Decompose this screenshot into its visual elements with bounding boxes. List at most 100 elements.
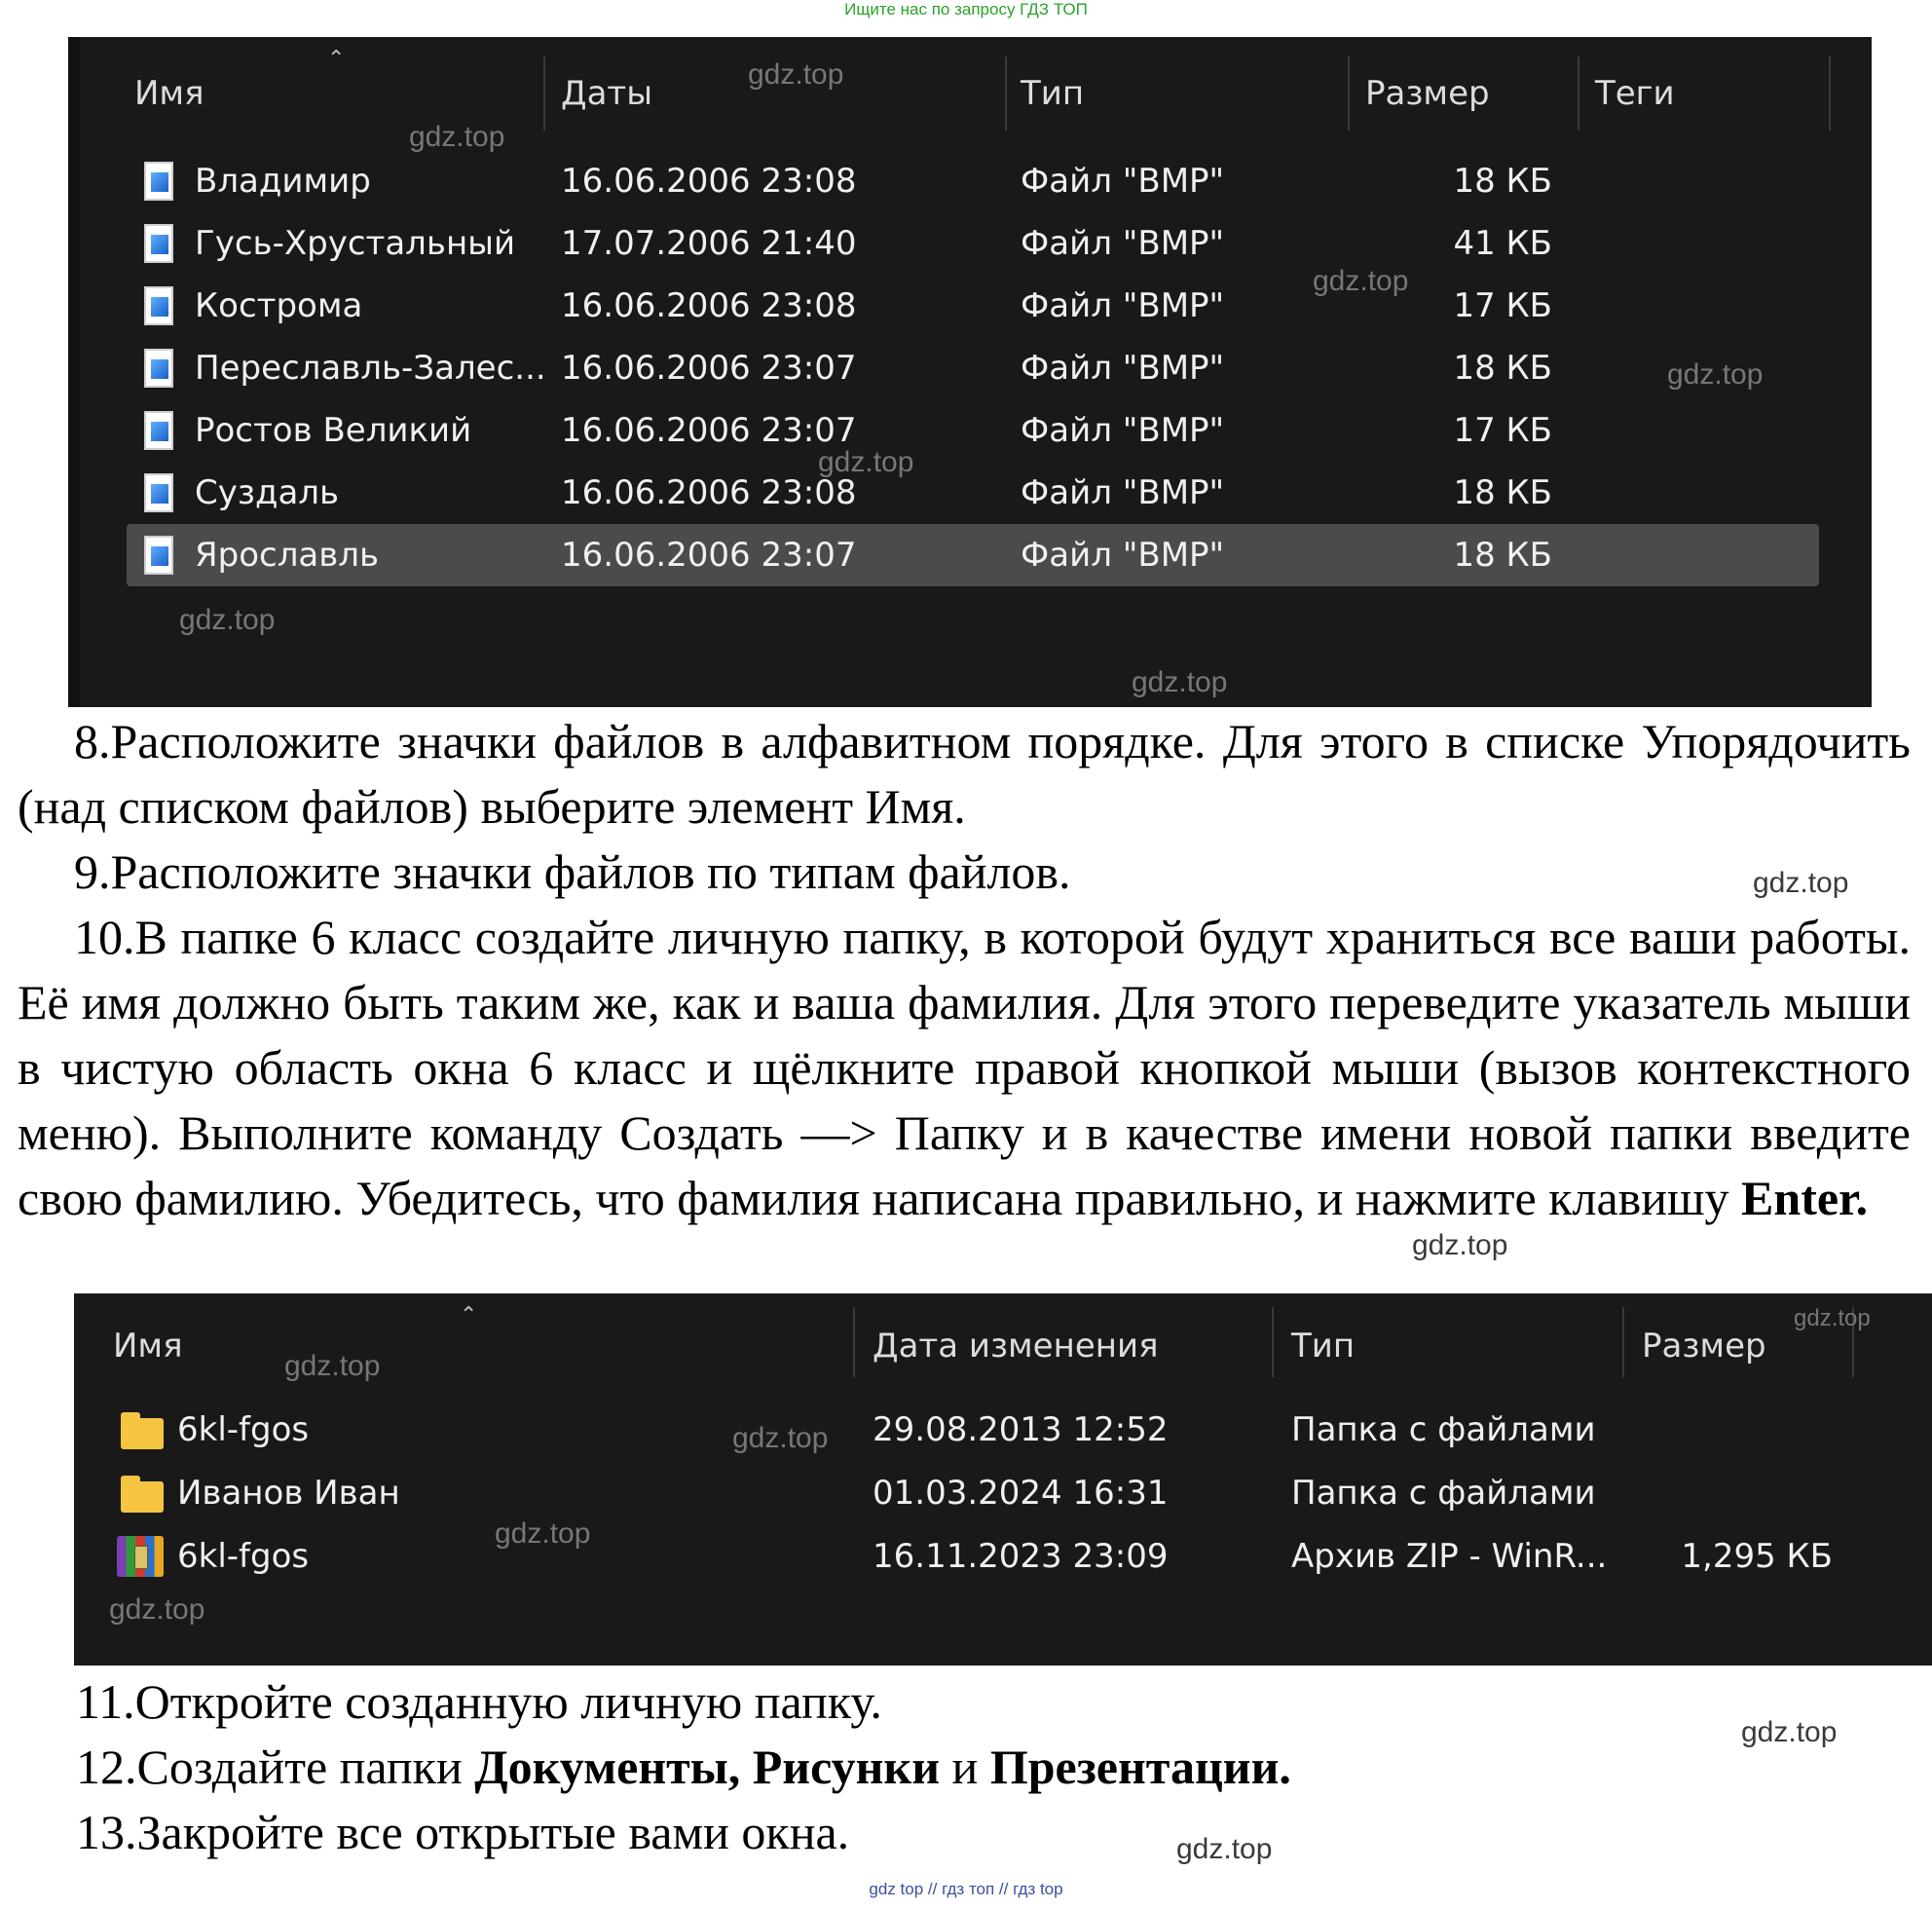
file-name: Ярославль <box>195 536 380 575</box>
bmp-file-icon <box>144 349 173 388</box>
file-name: 6kl-fgos <box>177 1410 310 1449</box>
column-separator[interactable] <box>1622 1307 1624 1377</box>
file-size <box>1632 1399 1833 1461</box>
column-separator[interactable] <box>543 56 545 131</box>
instruction-step-11: 11.Откройте созданную личную папку. <box>76 1674 882 1729</box>
file-row[interactable]: 6kl-fgos 29.08.2013 12:52 Папка с файлами <box>74 1399 1932 1461</box>
file-row[interactable]: Ярославль 16.06.2006 23:07 Файл "BMP" 18 КБ <box>127 524 1819 586</box>
file-size: 18 КБ <box>1453 349 1552 388</box>
file-type: Файл "BMP" <box>1021 411 1225 450</box>
sort-ascending-icon[interactable]: ⌃ <box>327 47 345 71</box>
watermark: gdz.top <box>1741 1716 1838 1748</box>
watermark: gdz.top <box>1176 1833 1273 1865</box>
file-size: 18 КБ <box>1453 162 1552 201</box>
file-name: Владимир <box>195 162 371 201</box>
file-name: Переславль-Залес... <box>195 349 546 388</box>
file-type: Файл "BMP" <box>1021 349 1225 388</box>
file-size: 17 КБ <box>1453 411 1552 450</box>
watermark: gdz.top <box>409 121 505 153</box>
file-date: 16.06.2006 23:08 <box>561 162 857 201</box>
sort-ascending-icon[interactable]: ⌃ <box>460 1303 477 1328</box>
column-header-name[interactable]: Имя <box>134 74 204 113</box>
folder-icon <box>121 1476 164 1513</box>
watermark: gdz.top <box>748 58 844 91</box>
file-row[interactable]: Ростов Великий 16.06.2006 23:07 Файл "BMP"… <box>127 399 1819 462</box>
watermark: gdz.top <box>284 1350 381 1382</box>
instruction-step-9: 9.Расположите значки файлов по типам фай… <box>74 844 1071 899</box>
file-type: Файл "BMP" <box>1021 286 1225 325</box>
top-banner: Ищите нас по запросу ГДЗ ТОП <box>844 0 1088 19</box>
file-row[interactable]: Суздаль 16.06.2006 23:08 Файл "BMP" 18 КБ <box>127 462 1819 524</box>
watermark: gdz.top <box>1313 265 1409 297</box>
folder-icon <box>121 1412 164 1449</box>
column-header-date[interactable]: Даты <box>561 74 652 113</box>
file-date: 16.06.2006 23:07 <box>561 349 857 388</box>
file-date: 16.06.2006 23:08 <box>561 473 857 512</box>
file-row[interactable]: Владимир 16.06.2006 23:08 Файл "BMP" 18 КБ <box>127 150 1819 212</box>
column-header-size[interactable]: Размер <box>1365 74 1490 113</box>
column-separator[interactable] <box>1272 1307 1274 1377</box>
file-date: 16.06.2006 23:07 <box>561 411 857 450</box>
instruction-step-10: 10.В папке 6 класс создайте личную папку… <box>18 910 1911 1225</box>
watermark: gdz.top <box>818 446 914 478</box>
column-separator[interactable] <box>1348 56 1350 131</box>
file-type: Файл "BMP" <box>1021 224 1225 263</box>
column-separator[interactable] <box>1578 56 1579 131</box>
file-type: Папка с файлами <box>1291 1474 1596 1513</box>
file-size <box>1632 1462 1833 1524</box>
file-name: Иванов Иван <box>177 1474 400 1513</box>
watermark: gdz.top <box>495 1517 591 1550</box>
column-header-name[interactable]: Имя <box>113 1327 183 1366</box>
bmp-file-icon <box>144 224 173 263</box>
file-date: 17.07.2006 21:40 <box>561 224 857 263</box>
file-type: Архив ZIP - WinR... <box>1291 1537 1608 1576</box>
column-header-type[interactable]: Тип <box>1291 1327 1355 1366</box>
file-row[interactable]: 6kl-fgos 16.11.2023 23:09 Архив ZIP - WinR… <box>74 1525 1932 1588</box>
file-name: Кострома <box>195 286 363 325</box>
file-list-window-bmp: ⌃ Имя Даты Тип Размер Теги Владимир 16.06… <box>68 37 1872 707</box>
file-size: 18 КБ <box>1453 536 1552 575</box>
column-separator[interactable] <box>1829 56 1831 131</box>
instruction-step-13: 13.Закройте все открытые вами окна. <box>76 1805 850 1859</box>
file-name: Гусь-Хрустальный <box>195 224 516 263</box>
bmp-file-icon <box>144 473 173 512</box>
file-date: 01.03.2024 16:31 <box>873 1474 1169 1513</box>
file-type: Папка с файлами <box>1291 1410 1596 1449</box>
file-row[interactable]: Гусь-Хрустальный 17.07.2006 21:40 Файл "BM… <box>127 212 1819 275</box>
column-header-date-modified[interactable]: Дата изменения <box>873 1327 1159 1366</box>
bmp-file-icon <box>144 536 173 575</box>
instruction-step-8: 8.Расположите значки файлов в алфавитном… <box>18 714 1911 834</box>
bmp-file-icon <box>144 411 173 450</box>
watermark: gdz.top <box>732 1422 829 1454</box>
file-name: Суздаль <box>195 473 340 512</box>
column-header-size[interactable]: Размер <box>1642 1327 1766 1366</box>
winrar-archive-icon <box>117 1536 164 1577</box>
file-date: 16.06.2006 23:07 <box>561 536 857 575</box>
column-separator[interactable] <box>1005 56 1007 131</box>
column-separator[interactable] <box>853 1307 855 1377</box>
file-row[interactable]: Кострома 16.06.2006 23:08 Файл "BMP" 17 КБ <box>127 275 1819 337</box>
watermark: gdz.top <box>1412 1229 1508 1261</box>
file-row[interactable]: Иванов Иван 01.03.2024 16:31 Папка с файла… <box>74 1462 1932 1524</box>
file-type: Файл "BMP" <box>1021 162 1225 201</box>
column-header-tags[interactable]: Теги <box>1595 74 1675 113</box>
folder-names-bold: Документы, Рисунки <box>474 1740 941 1794</box>
file-size: 18 КБ <box>1453 473 1552 512</box>
file-date: 16.06.2006 23:08 <box>561 286 857 325</box>
folder-name-bold: Презентации. <box>989 1740 1291 1794</box>
file-name: Ростов Великий <box>195 411 472 450</box>
watermark: gdz.top <box>179 604 276 636</box>
watermark: gdz.top <box>1794 1305 1871 1331</box>
file-type: Файл "BMP" <box>1021 536 1225 575</box>
bottom-links[interactable]: gdz top // гдз топ // гдз top <box>0 1880 1932 1899</box>
bmp-file-icon <box>144 162 173 201</box>
file-size: 1,295 КБ <box>1681 1537 1833 1576</box>
watermark: gdz.top <box>1753 867 1849 899</box>
watermark: gdz.top <box>109 1593 205 1626</box>
file-row[interactable]: Переславль-Залес... 16.06.2006 23:07 Файл … <box>127 337 1819 399</box>
file-date: 16.11.2023 23:09 <box>873 1537 1169 1576</box>
file-date: 29.08.2013 12:52 <box>873 1410 1169 1449</box>
file-name: 6kl-fgos <box>177 1537 310 1576</box>
enter-key-label: Enter. <box>1741 1171 1869 1225</box>
column-header-type[interactable]: Тип <box>1021 74 1084 113</box>
